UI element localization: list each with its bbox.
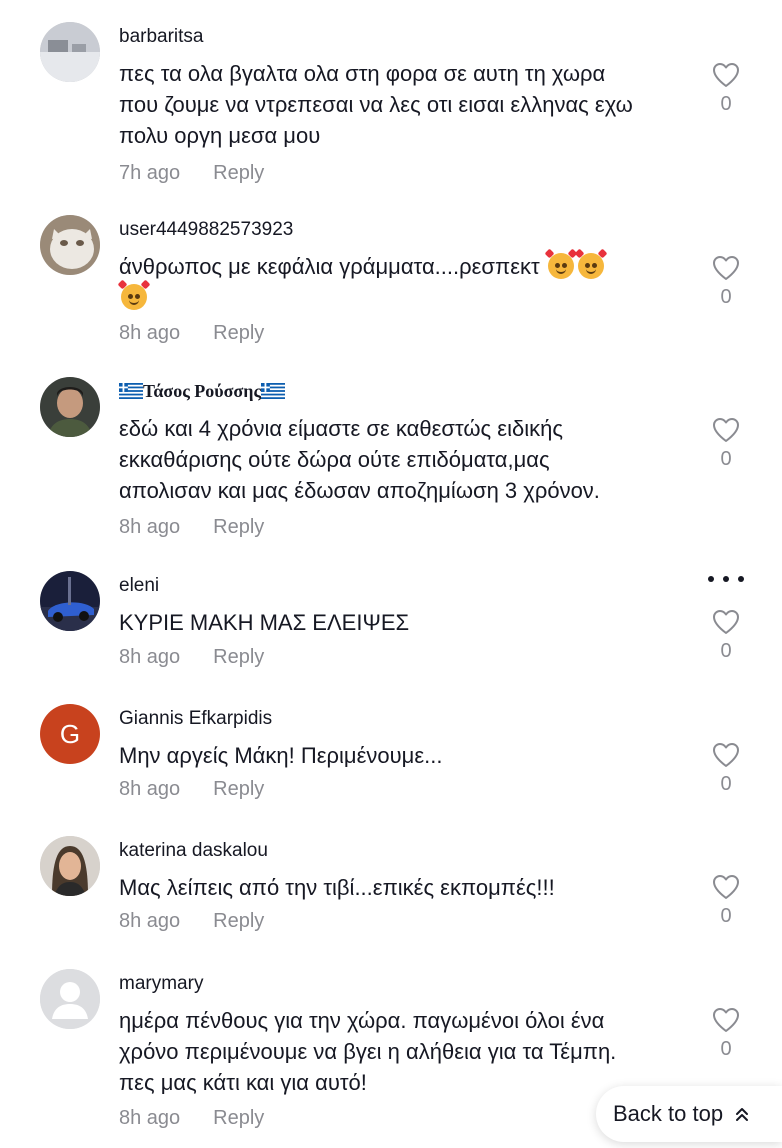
- reply-button[interactable]: Reply: [213, 910, 264, 932]
- avatar[interactable]: [40, 22, 100, 82]
- like-count: 0: [720, 286, 732, 308]
- comment-time: 8h ago: [119, 910, 181, 932]
- reply-button[interactable]: Reply: [213, 322, 264, 344]
- heart-outline-icon: [713, 63, 739, 87]
- avatar[interactable]: [40, 215, 100, 275]
- comment-time: 8h ago: [119, 516, 181, 538]
- comment-meta: 8h ago Reply: [119, 516, 264, 539]
- comment-username[interactable]: Τάσος Ρούσσης: [119, 381, 286, 402]
- like-count: 0: [720, 1038, 732, 1060]
- comment-text: Μην αργείς Μάκη! Περιμένουμε...: [119, 743, 443, 768]
- like-button[interactable]: 0: [708, 609, 744, 663]
- comment-username[interactable]: barbaritsa: [119, 26, 204, 48]
- comment-username-text: Τάσος Ρούσσης: [143, 381, 262, 401]
- avatar-image: [40, 571, 100, 631]
- comment-text: πες τα ολα βγαλτα ολα στη φορα σε αυτη τ…: [119, 61, 633, 148]
- back-to-top-label: Back to top: [613, 1101, 724, 1126]
- heart-outline-icon: [713, 1008, 739, 1032]
- avatar-image: [40, 215, 100, 275]
- comment-username[interactable]: user4449882573923: [119, 219, 293, 241]
- smiling-face-with-hearts-emoji: [544, 248, 578, 279]
- comment-meta: 8h ago Reply: [119, 646, 264, 669]
- comment-time: 8h ago: [119, 322, 181, 344]
- comment-meta: 8h ago Reply: [119, 910, 264, 933]
- avatar[interactable]: [40, 377, 100, 437]
- like-count: 0: [720, 773, 732, 795]
- like-button[interactable]: 0: [708, 742, 744, 796]
- avatar-image: [40, 836, 100, 896]
- comment-text: Μας λείπεις από την τιβί...επικές εκπομπ…: [119, 875, 555, 900]
- comment-username[interactable]: Giannis Efkarpidis: [119, 708, 272, 730]
- avatar-image: [40, 22, 100, 82]
- more-dot: [723, 576, 729, 582]
- comment-text: ΚΥΡΙΕ ΜΑΚΗ ΜΑΣ ΕΛΕΙΨΕΣ: [119, 610, 410, 635]
- avatar[interactable]: [40, 969, 100, 1029]
- comment-meta: 7h ago Reply: [119, 162, 264, 185]
- comment-username[interactable]: katerina daskalou: [119, 840, 268, 862]
- like-count: 0: [720, 93, 732, 115]
- reply-button[interactable]: Reply: [213, 778, 264, 800]
- smiling-face-with-hearts-emoji: [117, 279, 151, 310]
- comment-time: 7h ago: [119, 162, 181, 184]
- more-dot: [738, 576, 744, 582]
- comment-text: άνθρωπος με κεφάλια γράμματα....ρεσπεκτ: [117, 248, 659, 313]
- comment-text-content: άνθρωπος με κεφάλια γράμματα....ρεσπεκτ: [119, 254, 540, 279]
- comment-time: 8h ago: [119, 778, 181, 800]
- more-options-button[interactable]: [708, 572, 744, 586]
- comment-time: 8h ago: [119, 646, 181, 668]
- avatar-letter: G: [59, 718, 81, 749]
- reply-button[interactable]: Reply: [213, 162, 264, 184]
- like-button[interactable]: 0: [708, 1007, 744, 1061]
- comment-username[interactable]: eleni: [119, 575, 159, 597]
- heart-outline-icon: [713, 256, 739, 280]
- heart-outline-icon: [713, 875, 739, 899]
- greek-flag-icon: [261, 383, 286, 399]
- reply-button[interactable]: Reply: [213, 1107, 264, 1129]
- like-count: 0: [720, 905, 732, 927]
- heart-outline-icon: [713, 418, 739, 442]
- heart-outline-icon: [713, 743, 739, 767]
- smiling-face-with-hearts-emoji: [574, 248, 608, 279]
- like-count: 0: [720, 448, 732, 470]
- comment-text: ημέρα πένθους για την χώρα. παγωμένοι όλ…: [119, 1008, 617, 1095]
- comment-username[interactable]: marymary: [119, 973, 203, 995]
- avatar[interactable]: [40, 836, 100, 896]
- avatar-image: [40, 377, 100, 437]
- default-avatar-icon: [40, 969, 100, 1029]
- comment-meta: 8h ago Reply: [119, 1107, 264, 1130]
- more-dot: [708, 576, 714, 582]
- comment-text: εδώ και 4 χρόνια είμαστε σε καθεστώς ειδ…: [119, 416, 600, 503]
- heart-outline-icon: [713, 610, 739, 634]
- reply-button[interactable]: Reply: [213, 646, 264, 668]
- like-button[interactable]: 0: [708, 255, 744, 309]
- avatar[interactable]: [40, 571, 100, 631]
- comment-meta: 8h ago Reply: [119, 322, 264, 345]
- like-button[interactable]: 0: [708, 62, 744, 116]
- avatar[interactable]: G: [40, 704, 100, 764]
- back-to-top-button[interactable]: Back to top: [596, 1086, 782, 1142]
- greek-flag-icon: [119, 383, 143, 399]
- reply-button[interactable]: Reply: [213, 516, 264, 538]
- like-button[interactable]: 0: [708, 417, 744, 471]
- double-chevron-up-icon: [736, 1108, 749, 1121]
- like-button[interactable]: 0: [708, 874, 744, 928]
- comment-meta: 8h ago Reply: [119, 778, 264, 801]
- comment-time: 8h ago: [119, 1107, 181, 1129]
- like-count: 0: [720, 640, 732, 662]
